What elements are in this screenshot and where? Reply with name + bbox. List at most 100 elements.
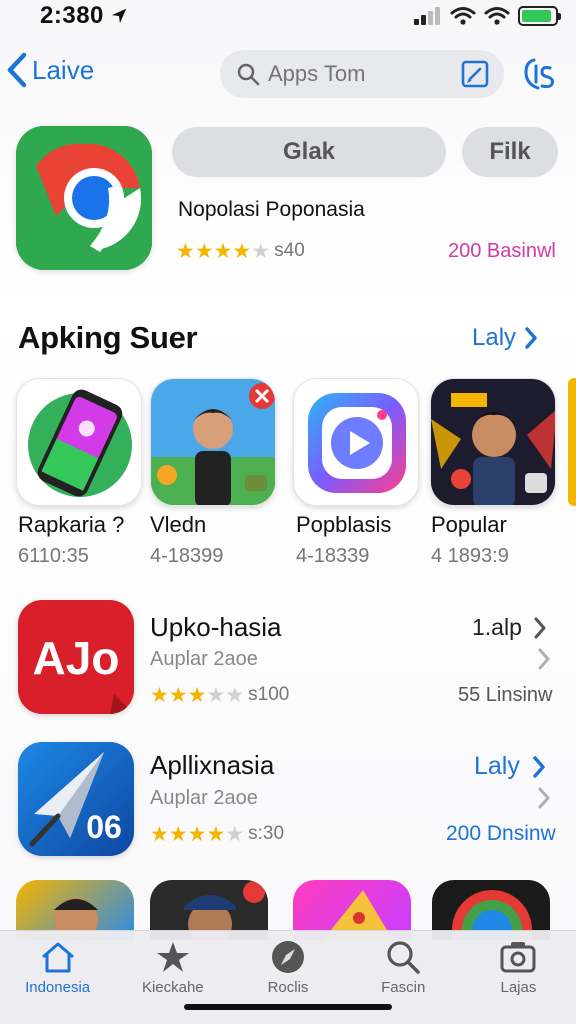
kid-photo-icon [151,379,275,505]
star-filled-icon: ★ [168,822,188,846]
home-indicator [184,1004,392,1010]
star-filled-icon: ★ [168,683,188,707]
star-icon [156,942,189,972]
star-filled-icon: ★ [150,822,169,846]
list-app-action-2[interactable]: Laly [474,752,546,781]
star-rating: ★ ★ ★ ★ ★ [176,241,270,262]
star-filled-icon: ★ [206,822,226,846]
featured-app-icon[interactable] [16,126,152,270]
chevron-right-icon [525,327,537,349]
get-button[interactable]: Glak [172,127,446,177]
see-all-link[interactable]: Laly [472,324,538,352]
paper-plane-logo-icon: 06 [18,742,134,856]
tab-featured[interactable]: Kieckahe [115,931,230,1024]
grid-app-name-4: Popular [431,512,507,537]
tab-label: Roclis [267,979,309,996]
compose-icon[interactable] [460,59,490,89]
tab-search[interactable]: Fascin [346,931,461,1024]
grid-app-sub-2: 4-18399 [150,545,224,567]
search-input[interactable] [268,61,448,87]
search-bar[interactable] [220,50,504,98]
rating-count: s100 [248,684,290,705]
chevron-right-icon [538,648,550,670]
grid-app-sub-4: 4 1893:9 [431,545,509,567]
back-label: Laive [32,54,95,85]
status-time-text: 2:380 [40,2,104,29]
list-app-icon-text-2: 06 [86,809,122,845]
battery-level [522,10,551,22]
section-title: Apking Suer [18,320,198,355]
chevron-right-icon [538,787,550,809]
search-icon [387,941,420,974]
featured-downloads: 200 Basinwl [448,240,556,262]
star-rating: ★ ★ ★ ★ ★ [150,685,244,706]
grid-app-icon-4[interactable] [430,378,556,506]
star-filled-icon: ★ [176,239,195,263]
list-app-rating-2: ★ ★ ★ ★ ★ s:30 [150,823,284,845]
tab-label: Fascin [381,979,426,996]
status-time: 2:380 [40,2,128,30]
featured-rating: ★ ★ ★ ★ ★ s40 [176,240,305,262]
star-filled-icon: ★ [213,239,233,263]
grid-app-name-1: Rapkaria ? [18,512,125,537]
tab-home[interactable]: Indonesia [0,931,115,1024]
tab-label: Kieckahe [141,979,204,996]
tab-camera[interactable]: Lajas [461,931,576,1024]
grid-app-name-3: Popblasis [296,512,392,537]
chevron-left-icon [7,52,27,88]
home-icon [41,942,74,973]
grid-app-sub-1: 6110:35 [18,545,89,567]
status-icons [414,6,561,26]
rating-count: s:30 [248,823,285,844]
wifi-icon-secondary [484,7,510,25]
phone-chat-icon [17,379,141,505]
compass-icon [272,941,304,973]
list-app-icon-text-1: AJo [33,632,120,684]
chevron-right-icon [533,755,545,778]
grid-app-icon-overflow[interactable] [568,378,576,506]
list-app-title-2: Apllixnasia [150,750,275,780]
featured-app-title: Nopolasi Poponasia [178,198,365,221]
tab-explore[interactable]: Roclis [230,931,345,1024]
back-button[interactable]: Laive [6,52,94,88]
star-rating: ★ ★ ★ ★ ★ [150,824,244,845]
cellular-signal-icon [414,7,440,25]
kid-game-icon [431,379,555,505]
location-arrow-icon [111,8,127,24]
star-empty-icon: ★ [206,683,226,707]
play-camera-icon [294,379,418,505]
star-filled-icon: ★ [187,822,207,846]
tab-label: Lajas [500,979,537,996]
list-app-icon-1[interactable]: AJo [18,600,134,714]
camera-icon [500,942,536,973]
list-app-sub-2: Auplar 2aoe [150,787,258,809]
list-app-icon-2[interactable]: 06 [18,742,134,856]
list-app-rating-1: ★ ★ ★ ★ ★ s100 [150,684,289,706]
filk-button[interactable]: Filk [462,127,558,177]
star-filled-icon: ★ [187,683,207,707]
search-icon [237,63,260,86]
star-empty-icon: ★ [225,822,245,846]
star-filled-icon: ★ [150,683,169,707]
account-icon[interactable] [520,54,560,94]
list-app-action-1[interactable]: 1.alp [472,614,546,641]
list-app-action-label-2: Laly [474,752,520,780]
list-app-action-label-1: 1.alp [472,614,522,640]
grid-app-icon-3[interactable] [293,378,419,506]
list-app-sub-1: Auplar 2aoe [150,648,258,670]
star-filled-icon: ★ [232,239,252,263]
grid-app-sub-3: 4-18339 [296,545,370,567]
list-app-title-1: Upko-hasia [150,612,282,642]
rating-count: s40 [274,240,305,261]
list-app-downloads-1: 55 Linsinw [458,684,553,706]
chrome-logo-icon [16,126,152,270]
star-filled-icon: ★ [194,239,214,263]
star-empty-icon: ★ [251,239,271,263]
star-empty-icon: ★ [225,683,245,707]
tab-label: Indonesia [25,979,91,996]
list-app-downloads-2: 200 Dnsinw [446,822,556,845]
grid-app-icon-1[interactable] [16,378,142,506]
grid-app-icon-2[interactable] [150,378,276,506]
grid-app-name-2: Vledn [150,512,207,537]
ajo-logo-icon: AJo [18,600,134,714]
